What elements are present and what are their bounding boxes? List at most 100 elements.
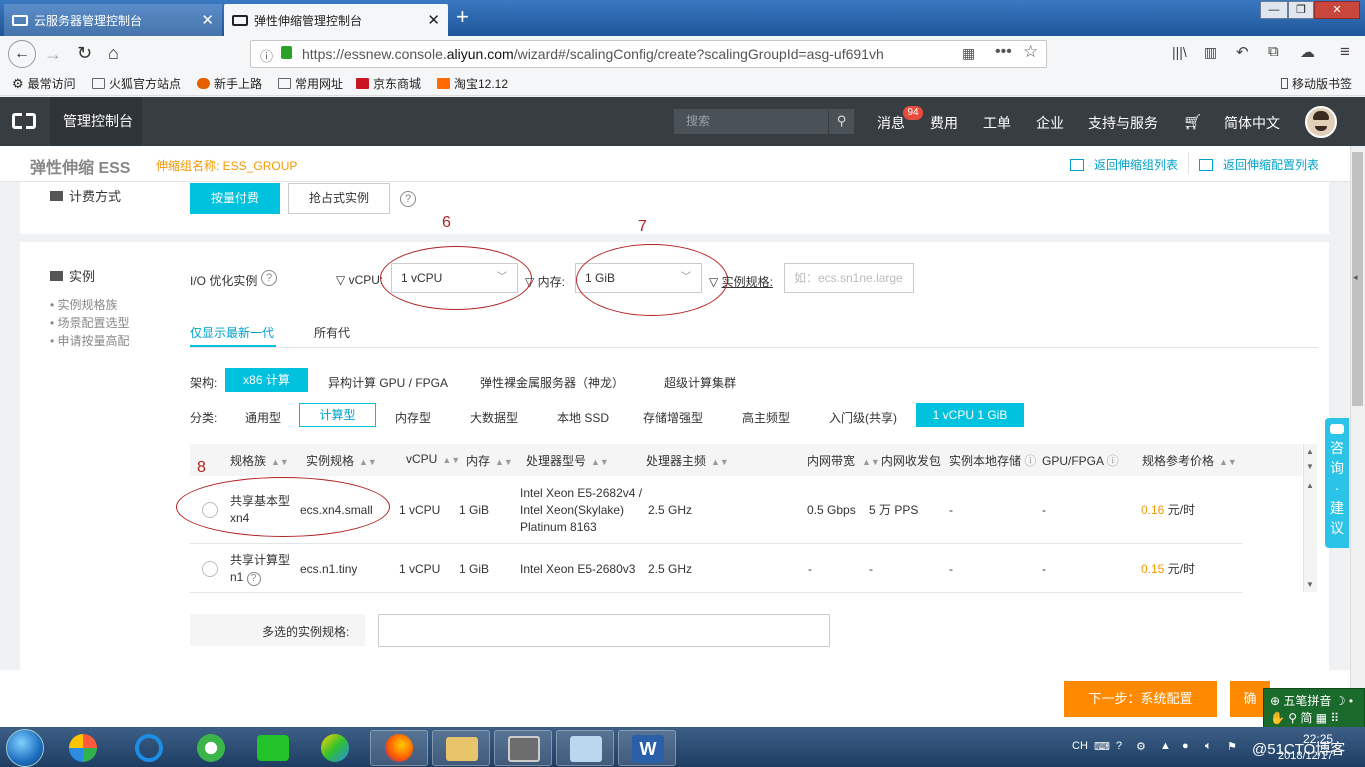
nav-enterprise[interactable]: 企业: [1036, 113, 1064, 133]
bookmark-taobao[interactable]: 淘宝12.12: [437, 75, 508, 92]
tab-latest-generation[interactable]: 仅显示最新一代: [190, 324, 274, 341]
tab-all-generations[interactable]: 所有代: [314, 324, 350, 341]
qr-icon[interactable]: ▦: [962, 45, 975, 62]
taskbar-app-browser[interactable]: [182, 730, 240, 766]
next-system-config-button[interactable]: 下一步：系统配置: [1064, 681, 1217, 717]
back-to-groups-link[interactable]: 返回伸缩组列表: [1070, 156, 1178, 173]
bookmark-getting-started[interactable]: 新手上路: [197, 75, 262, 92]
col-spec[interactable]: 实例规格 ▲▼: [306, 452, 377, 469]
nav-tickets[interactable]: 工单: [983, 113, 1011, 133]
multi-select-field[interactable]: [378, 614, 830, 647]
bookmark-star-icon[interactable]: ☆: [1023, 42, 1038, 62]
help-icon[interactable]: ⓘ: [1107, 454, 1119, 468]
col-cpu-freq[interactable]: 处理器主频 ▲▼: [646, 452, 729, 469]
col-vcpu[interactable]: vCPU ▲▼: [406, 452, 460, 466]
taskbar-app-ie[interactable]: [120, 730, 178, 766]
nav-billing[interactable]: 费用: [930, 113, 958, 133]
tray-volume-icon[interactable]: 🔈︎: [1205, 740, 1212, 753]
aliyun-logo-icon[interactable]: [12, 112, 36, 130]
tray-network-icon[interactable]: ●: [1182, 740, 1189, 752]
tray-help-icon[interactable]: ?: [1116, 740, 1122, 752]
minimize-icon[interactable]: —: [1260, 1, 1288, 19]
reload-icon[interactable]: ↻: [77, 43, 92, 63]
sidebar-icon[interactable]: ▥: [1204, 44, 1217, 61]
tray-expand-icon[interactable]: ▲: [1160, 740, 1171, 752]
taskbar-app-word[interactable]: W: [618, 730, 676, 766]
new-tab-icon[interactable]: +: [456, 4, 469, 30]
cat-storage-enhanced[interactable]: 存储增强型: [643, 409, 703, 426]
cat-big-data[interactable]: 大数据型: [470, 409, 518, 426]
col-gpu[interactable]: GPU/FPGA ⓘ: [1042, 452, 1119, 469]
more-icon[interactable]: •••: [995, 43, 1012, 61]
cat-high-frequency[interactable]: 高主频型: [742, 409, 790, 426]
scroll-up-icon[interactable]: ▲: [1306, 447, 1314, 456]
taskbar-app-player[interactable]: [306, 730, 364, 766]
col-price[interactable]: 规格参考价格 ▲▼: [1142, 452, 1237, 469]
cat-local-ssd[interactable]: 本地 SSD: [557, 409, 609, 426]
search-input[interactable]: 搜索: [674, 109, 854, 134]
tray-flag-icon[interactable]: ⚑: [1227, 740, 1237, 753]
tab-ess-console[interactable]: 弹性伸缩管理控制台 ✕: [224, 4, 448, 36]
avatar[interactable]: [1305, 106, 1337, 138]
cat-general[interactable]: 通用型: [245, 409, 281, 426]
info-icon[interactable]: ⓘ: [260, 46, 273, 65]
pay-as-you-go-button[interactable]: 按量付费: [190, 183, 280, 214]
spec-input[interactable]: 如：ecs.sn1ne.large: [784, 263, 914, 293]
chat-icon[interactable]: ☁: [1300, 43, 1315, 61]
home-icon[interactable]: ⌂: [108, 43, 119, 63]
arch-gpu-fpga[interactable]: 异构计算 GPU / FPGA: [328, 374, 448, 391]
taskbar-app-notes[interactable]: [556, 730, 614, 766]
maximize-icon[interactable]: ❐: [1288, 1, 1314, 19]
back-to-configs-link[interactable]: 返回伸缩配置列表: [1199, 156, 1319, 173]
row-radio[interactable]: [202, 561, 218, 577]
col-bandwidth[interactable]: 内网带宽: [807, 452, 855, 469]
spot-instance-button[interactable]: 抢占式实例: [288, 183, 390, 214]
taskbar-app-tool[interactable]: [494, 730, 552, 766]
bookmark-most-visited[interactable]: ⚙ 最常访问: [12, 75, 76, 92]
nav-messages[interactable]: 消息: [877, 113, 905, 133]
screenshot-icon[interactable]: ⧉: [1268, 43, 1279, 60]
bookmark-common-sites[interactable]: 常用网址: [278, 75, 343, 92]
library-icon[interactable]: |||\: [1172, 44, 1187, 60]
help-icon[interactable]: ?: [261, 270, 277, 286]
cart-icon[interactable]: 🛒︎: [1183, 113, 1202, 131]
side-link-apply[interactable]: 申请按量高配: [50, 332, 130, 349]
back-arrow-icon[interactable]: ←: [8, 40, 36, 68]
tab-ecs-console[interactable]: 云服务器管理控制台 ✕: [4, 4, 222, 36]
taskbar-app-firefox[interactable]: [370, 730, 428, 766]
search-icon[interactable]: ⚲: [828, 109, 854, 134]
col-memory[interactable]: 内存 ▲▼: [466, 452, 513, 469]
bookmark-jd[interactable]: 京东商城: [356, 75, 421, 92]
scroll-down-icon[interactable]: ▼: [1306, 462, 1314, 471]
bookmark-mobile[interactable]: 移动版书签: [1281, 75, 1352, 92]
help-icon[interactable]: ⓘ: [1024, 454, 1036, 468]
taskbar-app-360[interactable]: [54, 730, 112, 766]
windows-start-icon[interactable]: [6, 729, 44, 767]
nav-language[interactable]: 简体中文: [1224, 113, 1280, 133]
cat-memory[interactable]: 内存型: [395, 409, 431, 426]
tray-language[interactable]: CH: [1072, 740, 1088, 752]
close-tab-icon[interactable]: ✕: [201, 11, 214, 29]
filter-chip[interactable]: 1 vCPU 1 GiB: [916, 403, 1024, 427]
tray-keyboard-icon[interactable]: ⌨: [1094, 740, 1110, 753]
close-window-icon[interactable]: ✕: [1314, 1, 1360, 19]
col-cpu-model[interactable]: 处理器型号 ▲▼: [526, 452, 609, 469]
col-local-storage[interactable]: 实例本地存储 ⓘ: [949, 452, 1036, 469]
cat-entry-shared[interactable]: 入门级(共享): [829, 409, 897, 426]
tray-app-icon[interactable]: ⚙: [1136, 740, 1146, 753]
help-icon[interactable]: ?: [400, 191, 416, 207]
undo-icon[interactable]: ↶: [1236, 43, 1249, 61]
cat-compute-button[interactable]: 计算型: [299, 403, 376, 427]
scroll-up-icon[interactable]: ▲: [1306, 481, 1314, 490]
nav-support[interactable]: 支持与服务: [1088, 113, 1158, 133]
taskbar-app-explorer[interactable]: [432, 730, 490, 766]
arch-x86-button[interactable]: x86 计算: [225, 368, 308, 392]
ime-toolbar[interactable]: ⊕ 五笔拼音 ☽ • ✋ ⚲ 简 ▦ ⠿: [1263, 688, 1365, 728]
scroll-arrow-icon[interactable]: ◂: [1353, 272, 1358, 283]
arch-bare-metal[interactable]: 弹性裸金属服务器（神龙）: [480, 374, 624, 391]
help-icon[interactable]: ?: [246, 572, 261, 586]
col-family[interactable]: 规格族 ▲▼: [230, 452, 289, 469]
side-link-scenario[interactable]: 场景配置选型: [50, 314, 130, 331]
bookmark-firefox-site[interactable]: 火狐官方站点: [92, 75, 181, 92]
menu-icon[interactable]: ≡: [1340, 42, 1350, 62]
